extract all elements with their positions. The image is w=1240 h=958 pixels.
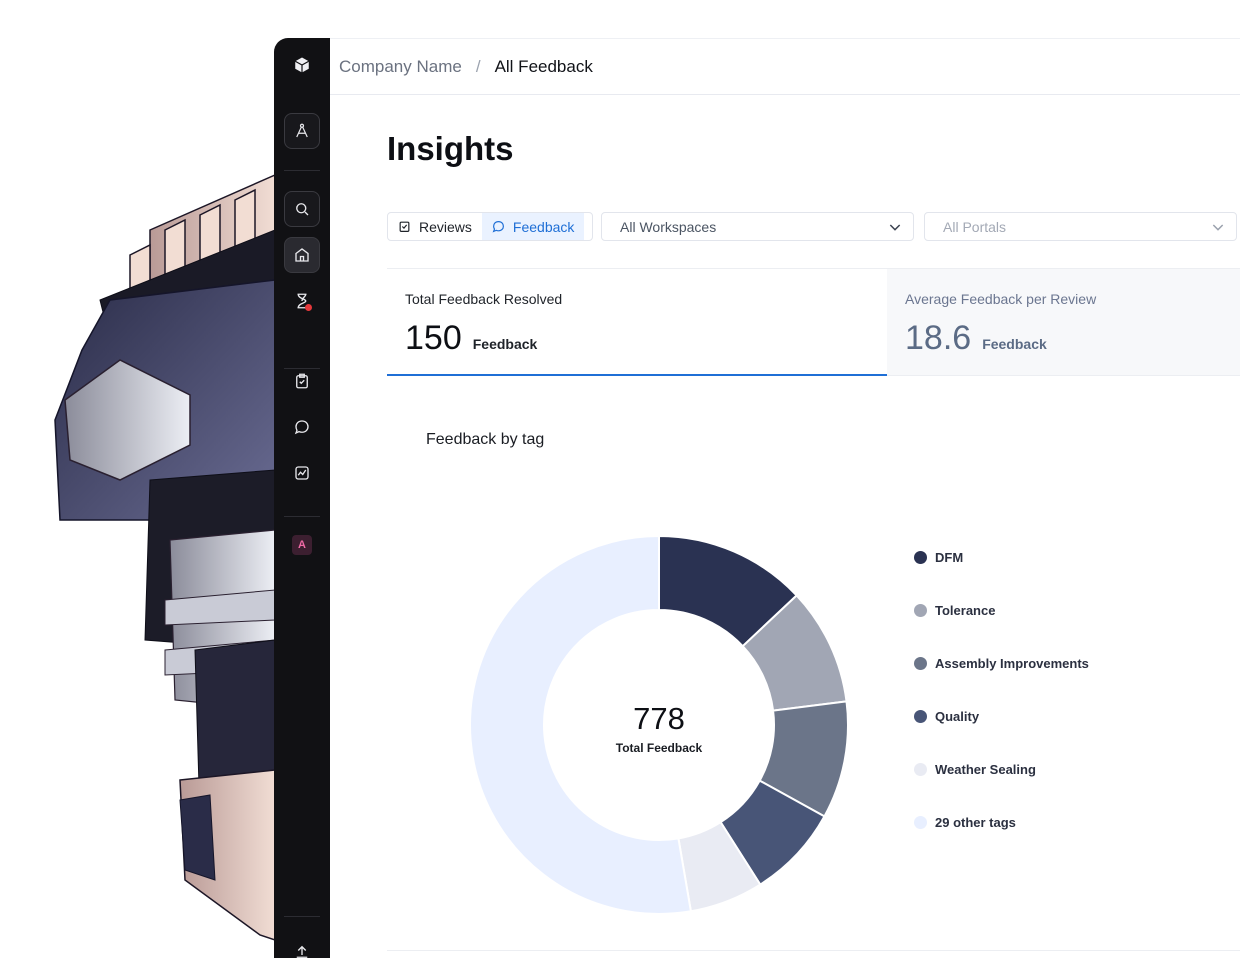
legend-label: Weather Sealing xyxy=(935,762,1036,777)
legend-item[interactable]: Quality xyxy=(914,709,979,724)
chart-title: Feedback by tag xyxy=(426,431,545,448)
feedback-tab[interactable]: Feedback xyxy=(481,213,585,240)
sidebar-divider xyxy=(284,916,320,917)
legend-item[interactable]: Tolerance xyxy=(914,603,995,618)
breadcrumb-separator: / xyxy=(475,56,481,76)
chat-icon xyxy=(294,420,309,435)
legend-item[interactable]: 29 other tags xyxy=(914,815,1016,830)
legend-label: DFM xyxy=(935,550,964,565)
stat-label: Total Feedback Resolved xyxy=(405,291,563,307)
stat-label: Average Feedback per Review xyxy=(905,291,1097,307)
stat-total-resolved[interactable]: Total Feedback Resolved 150 Feedback xyxy=(387,269,887,376)
sidebar-divider xyxy=(284,170,320,171)
clipboard-icon xyxy=(399,221,410,232)
sidebar-item-reviews[interactable] xyxy=(284,283,320,319)
legend-item[interactable]: DFM xyxy=(914,550,963,565)
legend-item[interactable]: Weather Sealing xyxy=(914,762,1036,777)
sidebar-item-home[interactable] xyxy=(284,237,320,273)
chat-icon xyxy=(492,221,504,233)
stat-unit: Feedback xyxy=(982,336,1047,352)
reviews-tab[interactable]: Reviews xyxy=(388,213,482,240)
page-title: Insights xyxy=(387,130,514,167)
stats-row: Total Feedback Resolved 150 Feedback Ave… xyxy=(387,268,1240,376)
view-toggle: Reviews Feedback xyxy=(387,212,593,241)
breadcrumb-current: All Feedback xyxy=(494,56,593,76)
legend-label: Tolerance xyxy=(935,603,996,618)
home-icon xyxy=(295,248,309,262)
legend-dot xyxy=(914,816,927,829)
chevron-down-icon xyxy=(1212,223,1224,231)
stat-value: 150 xyxy=(405,319,462,357)
sidebar-divider xyxy=(284,516,320,517)
workspace-select[interactable]: All Workspaces xyxy=(601,212,914,241)
feedback-tab-label: Feedback xyxy=(512,218,575,235)
legend-label: 29 other tags xyxy=(935,815,1016,830)
legend-label: Assembly Improvements xyxy=(935,656,1089,671)
legend-dot xyxy=(914,657,927,670)
stat-average-per-review[interactable]: Average Feedback per Review 18.6 Feedbac… xyxy=(887,269,1240,376)
chevron-down-icon xyxy=(889,223,901,231)
cad-model-illustration xyxy=(54,173,276,942)
legend-dot xyxy=(914,551,927,564)
stat-unit: Feedback xyxy=(472,336,538,352)
portal-select[interactable]: All Portals xyxy=(924,212,1237,241)
donut-chart: 778 Total Feedback xyxy=(469,534,849,915)
legend-dot xyxy=(914,604,927,617)
sidebar: A xyxy=(274,38,330,958)
clipboard-check-icon xyxy=(296,373,308,389)
stat-value: 18.6 xyxy=(905,319,972,357)
donut-center-label: Total Feedback xyxy=(616,741,703,755)
sidebar-item-insights[interactable] xyxy=(284,455,320,491)
main-panel: Company Name / All Feedback Insights Rev… xyxy=(330,38,1240,958)
legend-dot xyxy=(914,763,927,776)
legend-dot xyxy=(914,710,927,723)
upload-icon xyxy=(296,945,308,958)
chart-icon xyxy=(295,466,309,480)
avatar[interactable]: A xyxy=(292,535,312,555)
reviews-tab-label: Reviews xyxy=(419,218,472,235)
upload-button[interactable] xyxy=(284,934,320,958)
notification-dot xyxy=(305,304,312,311)
compass-icon xyxy=(296,123,308,138)
sidebar-item-tasks[interactable] xyxy=(284,363,320,399)
compass-button[interactable] xyxy=(284,113,320,149)
app-logo-icon[interactable] xyxy=(284,47,320,83)
workspace-select-value: All Workspaces xyxy=(620,218,717,235)
breadcrumb: Company Name / All Feedback xyxy=(330,38,1240,95)
search-button[interactable] xyxy=(284,191,320,227)
search-icon xyxy=(296,203,309,216)
legend-label: Quality xyxy=(935,709,980,724)
portal-select-value: All Portals xyxy=(943,218,1007,235)
legend-item[interactable]: Assembly Improvements xyxy=(914,656,1089,671)
feedback-by-tag-card: 778 Total Feedback Feedback by tag DFM Tol… xyxy=(387,376,1240,951)
breadcrumb-company[interactable]: Company Name xyxy=(339,57,462,77)
sidebar-item-feedback[interactable] xyxy=(284,409,320,445)
donut-center-value: 778 xyxy=(633,701,685,736)
